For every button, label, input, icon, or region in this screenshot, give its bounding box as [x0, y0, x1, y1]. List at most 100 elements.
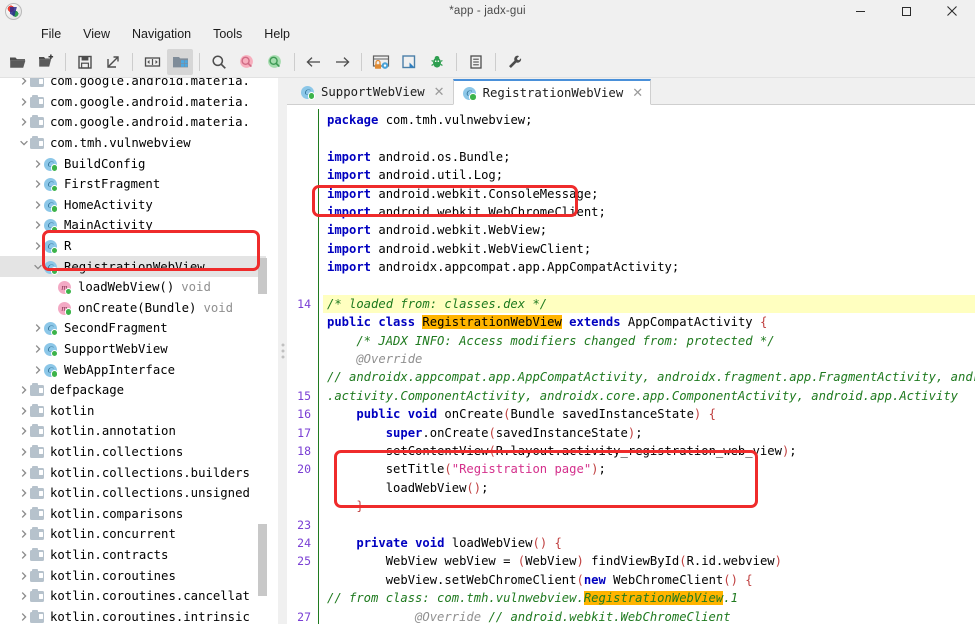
- tree-item-com-tmh-vulnwebview[interactable]: com.tmh.vulnwebview: [0, 133, 266, 154]
- add-files-icon[interactable]: [33, 49, 59, 75]
- search-icon[interactable]: [206, 49, 232, 75]
- save-all-icon[interactable]: [72, 49, 98, 75]
- chevron-right-icon[interactable]: [18, 487, 30, 499]
- chevron-right-icon[interactable]: [32, 240, 44, 252]
- source-code[interactable]: package com.tmh.vulnwebview; import andr…: [323, 105, 975, 624]
- tree-item-com-google-android-materia-[interactable]: com.google.android.materia.: [0, 92, 266, 113]
- tree-item-supportwebview[interactable]: C SupportWebView: [0, 339, 266, 360]
- tab-close-icon[interactable]: ✕: [434, 85, 445, 98]
- line-number: [287, 148, 311, 166]
- tree-item-registrationwebview[interactable]: C RegistrationWebView: [0, 256, 266, 277]
- chevron-right-icon[interactable]: [32, 322, 44, 334]
- open-file-icon[interactable]: [5, 49, 31, 75]
- line-number: [287, 589, 311, 607]
- tree-item-buildconfig[interactable]: C BuildConfig: [0, 153, 266, 174]
- log-viewer-icon[interactable]: [463, 49, 489, 75]
- tree-item-kotlin-coroutines[interactable]: kotlin.coroutines: [0, 565, 266, 586]
- tree-item-com-google-android-materia-[interactable]: com.google.android.materia.: [0, 78, 266, 92]
- class-tree-panel[interactable]: com.google.android.materia. com.google.an…: [0, 78, 279, 624]
- maximize-button[interactable]: [883, 0, 929, 22]
- chevron-right-icon[interactable]: [18, 467, 30, 479]
- tree-item-webappinterface[interactable]: C WebAppInterface: [0, 359, 266, 380]
- tree-item-defpackage[interactable]: defpackage: [0, 380, 266, 401]
- tree-item-mainactivity[interactable]: C MainActivity: [0, 215, 266, 236]
- chevron-right-icon[interactable]: [32, 219, 44, 231]
- tree-item-kotlin-contracts[interactable]: kotlin.contracts: [0, 545, 266, 566]
- tree-item-kotlin-collections[interactable]: kotlin.collections: [0, 442, 266, 463]
- chevron-right-icon[interactable]: [32, 199, 44, 211]
- tree-item-firstfragment[interactable]: C FirstFragment: [0, 174, 266, 195]
- tab-registration-web-view[interactable]: C RegistrationWebView ✕: [452, 79, 652, 105]
- chevron-right-icon[interactable]: [18, 405, 30, 417]
- line-number: 25: [297, 554, 311, 569]
- chevron-right-icon[interactable]: [18, 590, 30, 602]
- chevron-right-icon[interactable]: [18, 549, 30, 561]
- tree-item-secondfragment[interactable]: C SecondFragment: [0, 318, 266, 339]
- chevron-right-icon[interactable]: [18, 116, 30, 128]
- tree-item-label: kotlin.collections: [50, 444, 184, 459]
- tree-item-r[interactable]: CR: [0, 236, 266, 257]
- code-editor[interactable]: 141516171820232425272830 package com.tmh…: [287, 105, 975, 624]
- chevron-right-icon[interactable]: [18, 384, 30, 396]
- export-gradle-icon[interactable]: [100, 49, 126, 75]
- class-tree[interactable]: com.google.android.materia. com.google.an…: [0, 78, 266, 624]
- forward-arrow-icon[interactable]: [329, 49, 355, 75]
- chevron-right-icon[interactable]: [32, 158, 44, 170]
- find-class-icon[interactable]: [234, 49, 260, 75]
- menu-tools[interactable]: Tools: [202, 23, 253, 45]
- chevron-right-icon[interactable]: [32, 364, 44, 376]
- sync-icon[interactable]: [139, 49, 165, 75]
- menu-navigation[interactable]: Navigation: [121, 23, 202, 45]
- tab-close-icon[interactable]: ✕: [632, 86, 643, 99]
- code-fold-rail[interactable]: [314, 105, 323, 624]
- chevron-right-icon[interactable]: [18, 508, 30, 520]
- toolbar-separator: [456, 52, 457, 71]
- tree-item-kotlin[interactable]: kotlin: [0, 401, 266, 422]
- menu-file[interactable]: File: [30, 23, 72, 45]
- tree-item-kotlin-concurrent[interactable]: kotlin.concurrent: [0, 524, 266, 545]
- tree-item-kotlin-comparisons[interactable]: kotlin.comparisons: [0, 503, 266, 524]
- tree-item-com-google-android-materia-[interactable]: com.google.android.materia.: [0, 112, 266, 133]
- tree-item-kotlin-coroutines-intrinsic[interactable]: kotlin.coroutines.intrinsic: [0, 606, 266, 624]
- sidebar-editor-splitter[interactable]: [279, 78, 287, 624]
- chevron-right-icon[interactable]: [18, 611, 30, 623]
- line-number: [287, 350, 311, 368]
- flat-packages-icon[interactable]: [167, 48, 193, 75]
- debug-bug-icon[interactable]: [424, 49, 450, 75]
- tree-item-kotlin-collections-builders[interactable]: kotlin.collections.builders: [0, 462, 266, 483]
- chevron-right-icon[interactable]: [18, 96, 30, 108]
- chevron-down-icon[interactable]: [18, 137, 30, 149]
- tree-item-label: kotlin.contracts: [50, 547, 169, 562]
- tree-item-homeactivity[interactable]: C HomeActivity: [0, 195, 266, 216]
- code-line: public void onCreate(Bundle savedInstanc…: [356, 407, 716, 422]
- chevron-right-icon[interactable]: [18, 425, 30, 437]
- sidebar-vertical-scrollbar-thumb[interactable]: [258, 258, 267, 294]
- deobfuscation-icon[interactable]: [368, 49, 394, 75]
- minimize-button[interactable]: [837, 0, 883, 22]
- quark-icon[interactable]: [396, 49, 422, 75]
- chevron-right-icon[interactable]: [18, 570, 30, 582]
- line-number: [287, 203, 311, 221]
- chevron-right-icon[interactable]: [32, 343, 44, 355]
- sidebar-vertical-scrollbar-thumb-lower[interactable]: [258, 524, 267, 596]
- menu-help[interactable]: Help: [253, 23, 301, 45]
- chevron-right-icon[interactable]: [18, 78, 30, 87]
- chevron-right-icon[interactable]: [32, 178, 44, 190]
- back-arrow-icon[interactable]: [301, 49, 327, 75]
- chevron-right-icon[interactable]: [18, 528, 30, 540]
- tab-support-web-view[interactable]: C SupportWebView ✕: [291, 78, 453, 104]
- package-icon: [30, 94, 45, 109]
- tree-item-oncreate-bundle-[interactable]: m onCreate(Bundle) void: [0, 298, 266, 319]
- tree-item-loadwebview-[interactable]: m loadWebView() void: [0, 277, 266, 298]
- tree-item-kotlin-annotation[interactable]: kotlin.annotation: [0, 421, 266, 442]
- chevron-right-icon[interactable]: [18, 446, 30, 458]
- find-usage-icon[interactable]: [262, 49, 288, 75]
- preferences-wrench-icon[interactable]: [502, 49, 528, 75]
- close-button[interactable]: [929, 0, 975, 22]
- line-number: [287, 240, 311, 258]
- tree-item-kotlin-collections-unsigned[interactable]: kotlin.collections.unsigned: [0, 483, 266, 504]
- menu-view[interactable]: View: [72, 23, 121, 45]
- chevron-down-icon[interactable]: [32, 261, 44, 273]
- line-number: 23: [297, 517, 311, 532]
- tree-item-kotlin-coroutines-cancellat[interactable]: kotlin.coroutines.cancellat: [0, 586, 266, 607]
